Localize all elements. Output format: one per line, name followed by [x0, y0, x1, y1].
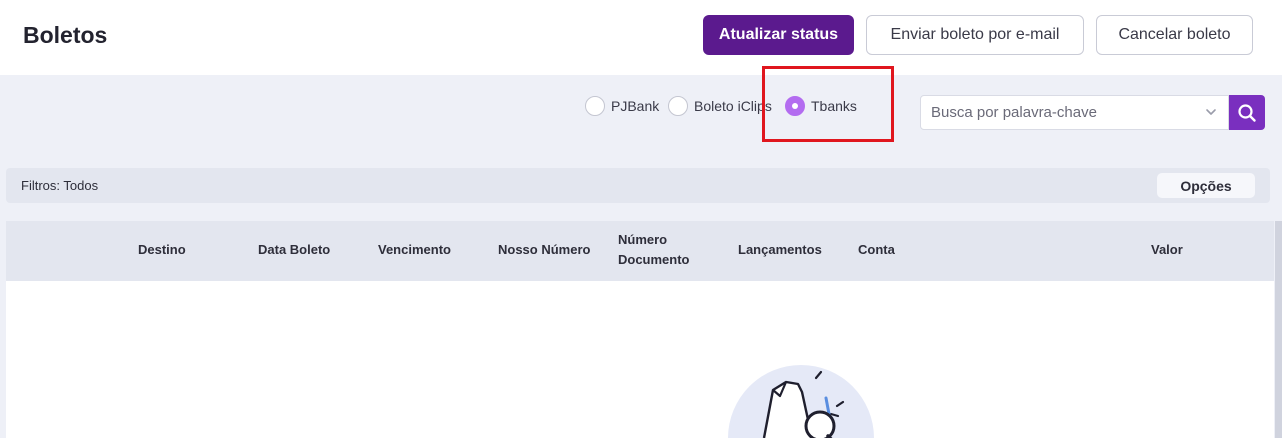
table-body: [6, 281, 1274, 438]
radio-button[interactable]: [668, 96, 688, 116]
radio-button[interactable]: [585, 96, 605, 116]
filter-summary: Filtros: Todos: [21, 178, 99, 193]
filter-bar: Filtros: Todos: [6, 168, 1270, 203]
scrollbar[interactable]: [1275, 221, 1282, 438]
search-input[interactable]: [921, 104, 1191, 121]
search-icon: [1238, 103, 1256, 122]
column-header-nosso-numero[interactable]: Nosso Número: [498, 240, 590, 260]
provider-label: PJBank: [611, 98, 660, 114]
page-header: Boletos Atualizar status Enviar boleto p…: [0, 0, 1282, 75]
provider-radio-iclips[interactable]: Boleto iClips: [668, 95, 772, 117]
chevron-down-icon[interactable]: [1204, 105, 1218, 119]
provider-label: Boleto iClips: [694, 98, 772, 114]
column-header-valor[interactable]: Valor: [1151, 240, 1183, 260]
update-status-button[interactable]: Atualizar status: [703, 15, 854, 55]
column-header-data-boleto[interactable]: Data Boleto: [258, 240, 330, 260]
column-header-numero-documento[interactable]: Número Documento: [618, 230, 708, 270]
cancel-boleto-button[interactable]: Cancelar boleto: [1096, 15, 1253, 55]
highlight-annotation-box: [762, 66, 894, 142]
column-header-destino[interactable]: Destino: [138, 240, 186, 260]
options-button[interactable]: Opções: [1157, 173, 1255, 198]
search-button[interactable]: [1229, 95, 1265, 130]
table-header: Destino Data Boleto Vencimento Nosso Núm…: [6, 221, 1274, 281]
column-header-lancamentos[interactable]: Lançamentos: [738, 240, 822, 260]
empty-state-search-illustration: [728, 365, 874, 438]
page-title: Boletos: [23, 22, 108, 48]
search-field[interactable]: [920, 95, 1229, 130]
send-email-button[interactable]: Enviar boleto por e-mail: [866, 15, 1084, 55]
column-header-conta[interactable]: Conta: [858, 240, 895, 260]
column-header-vencimento[interactable]: Vencimento: [378, 240, 451, 260]
provider-radio-pjbank[interactable]: PJBank: [585, 95, 659, 117]
